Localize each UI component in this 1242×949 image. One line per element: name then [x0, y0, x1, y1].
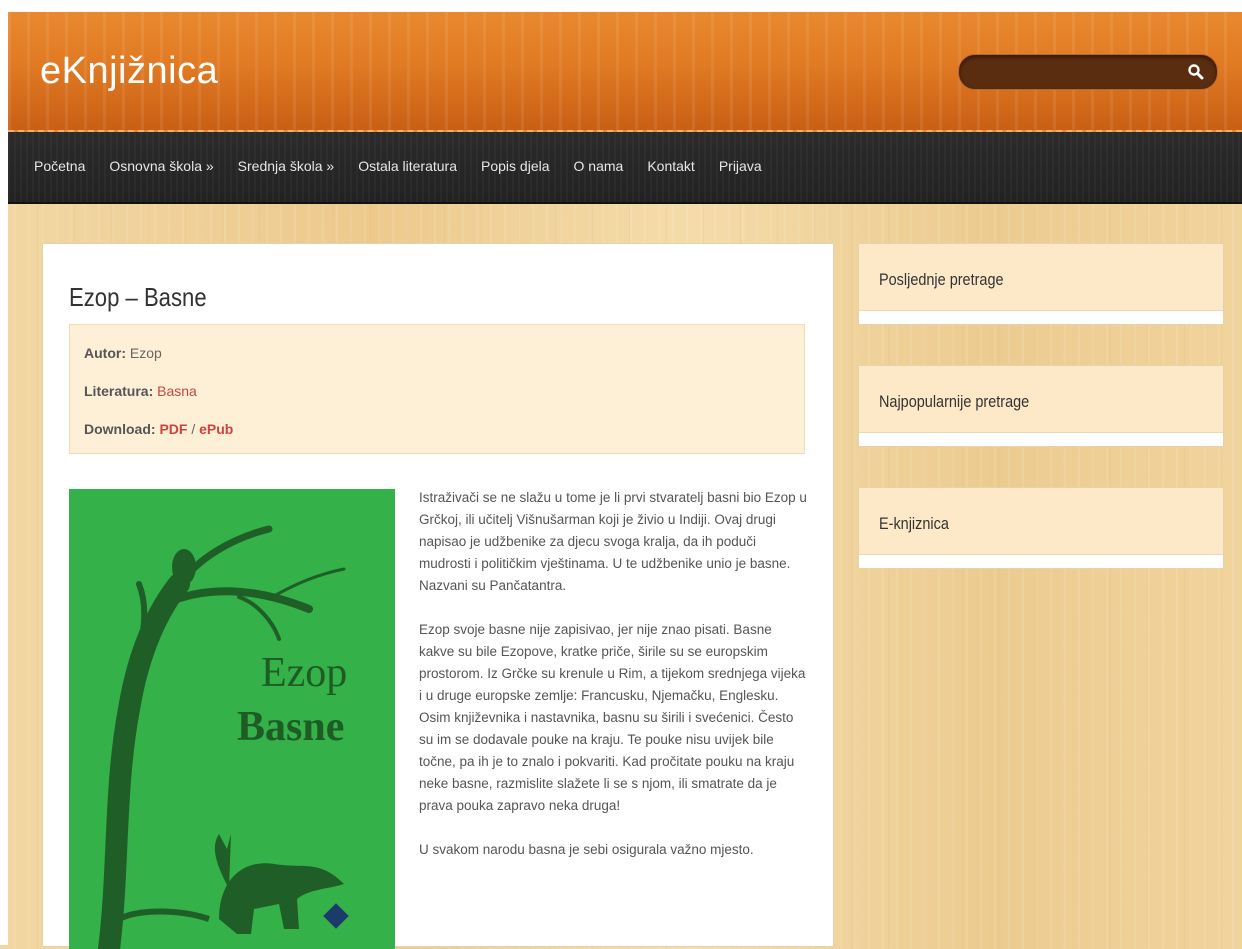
widget-recent-searches: Posljednje pretrage	[858, 243, 1224, 325]
tree-and-fox-illustration	[98, 525, 349, 949]
meta-author-row: Autor: Ezop	[84, 345, 162, 361]
nav-item-pocetna[interactable]: Početna	[34, 158, 85, 174]
site-header: eKnjižnica	[8, 12, 1242, 132]
top-margin	[0, 0, 1242, 12]
nav-item-popis-djela[interactable]: Popis djela	[481, 158, 550, 174]
post-paragraph: Istraživači se ne slažu u tome je li prv…	[419, 490, 807, 593]
nav-item-o-nama[interactable]: O nama	[574, 158, 624, 174]
post-content: Ezop – Basne Autor: Ezop Literatura: Bas…	[42, 243, 834, 949]
author-label: Autor:	[84, 345, 126, 361]
post-title: Ezop – Basne	[69, 282, 207, 312]
publisher-logo-icon	[323, 903, 349, 929]
cover-title-book: Basne	[237, 704, 345, 750]
epub-link[interactable]: ePub	[199, 421, 233, 437]
widget-title: Posljednje pretrage	[879, 270, 1004, 289]
literature-label: Literatura:	[84, 383, 154, 399]
meta-literature-row: Literatura: Basna	[84, 383, 197, 399]
main-nav: Početna Osnovna škola » Srednja škola » …	[8, 132, 1242, 204]
literature-link[interactable]: Basna	[157, 383, 197, 399]
site-logo[interactable]: eKnjižnica	[40, 50, 218, 93]
search-input[interactable]	[973, 61, 1177, 85]
cover-title-author: Ezop	[261, 650, 348, 696]
nav-item-ostala-literatura[interactable]: Ostala literatura	[358, 158, 457, 174]
post-paragraph: U svakom narodu basna je sebi osigurala …	[419, 842, 754, 857]
widget-header: E-knjiznica	[859, 488, 1223, 555]
nav-item-srednja-skola[interactable]: Srednja škola »	[238, 158, 335, 174]
nav-item-osnovna-skola[interactable]: Osnovna škola »	[109, 158, 213, 174]
widget-popular-searches: Najpopularnije pretrage	[858, 365, 1224, 447]
post-body: Istraživači se ne slažu u tome je li prv…	[419, 487, 809, 883]
left-margin	[0, 0, 8, 945]
download-label: Download:	[84, 421, 156, 437]
nav-item-kontakt[interactable]: Kontakt	[647, 158, 694, 174]
search-icon[interactable]	[1187, 63, 1205, 81]
nav-item-prijava[interactable]: Prijava	[719, 158, 762, 174]
post-paragraph: Ezop svoje basne nije zapisivao, jer nij…	[419, 622, 806, 813]
widget-header: Najpopularnije pretrage	[859, 366, 1223, 433]
meta-download-row: Download: PDF / ePub	[84, 421, 233, 437]
pdf-link[interactable]: PDF	[159, 421, 187, 437]
widget-header: Posljednje pretrage	[859, 244, 1223, 311]
widget-title: Najpopularnije pretrage	[879, 392, 1030, 411]
download-separator: /	[191, 421, 196, 437]
book-cover-image: Ezop Basne	[69, 489, 395, 949]
search-box[interactable]	[958, 54, 1218, 90]
widget-title: E-knjiznica	[879, 514, 949, 533]
author-value: Ezop	[129, 345, 162, 361]
widget-e-knjiznica: E-knjiznica	[858, 487, 1224, 569]
post-meta-box: Autor: Ezop Literatura: Basna Download: …	[69, 324, 805, 454]
